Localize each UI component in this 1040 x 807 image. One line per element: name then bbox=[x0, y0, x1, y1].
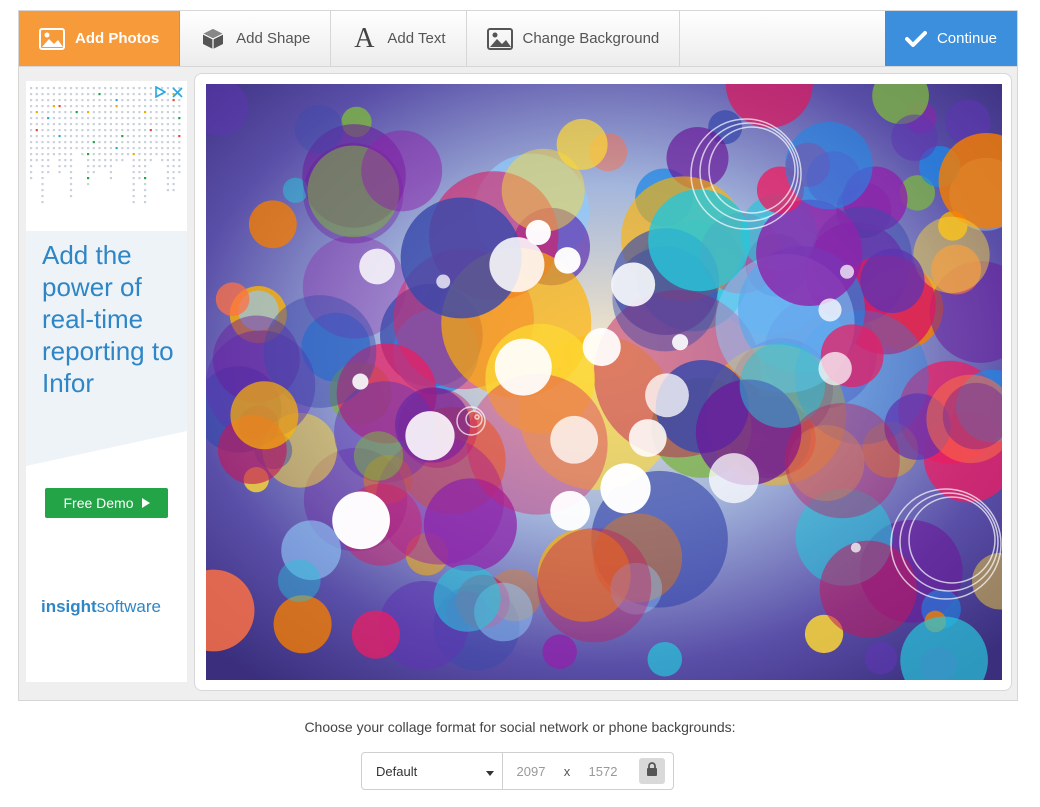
free-demo-button[interactable]: Free Demo bbox=[45, 488, 168, 518]
ad-brand-bold: insight bbox=[41, 597, 97, 616]
ad-brand-logo: insightsoftware bbox=[41, 597, 161, 617]
checkmark-icon bbox=[904, 30, 927, 48]
bokeh-photo[interactable] bbox=[206, 84, 1002, 680]
format-select-value: Default bbox=[376, 763, 418, 779]
image-icon bbox=[39, 26, 65, 52]
close-icon[interactable] bbox=[172, 85, 183, 103]
continue-label: Continue bbox=[936, 30, 998, 47]
add-text-label: Add Text bbox=[387, 30, 446, 47]
change-background-label: Change Background bbox=[522, 30, 660, 47]
add-shape-label: Add Shape bbox=[236, 30, 311, 47]
format-controls: Default 2097 x 1572 bbox=[361, 752, 674, 790]
background-image-icon bbox=[486, 26, 513, 52]
workspace: Add the power of real-time reporting to … bbox=[18, 67, 1018, 701]
add-shape-button[interactable]: Add Shape bbox=[180, 11, 332, 66]
add-photos-button[interactable]: Add Photos bbox=[19, 11, 181, 66]
format-select[interactable]: Default bbox=[362, 753, 503, 789]
text-a-icon: A bbox=[354, 22, 375, 54]
editor-toolbar: Add Photos Add Shape A Add Text Change B… bbox=[18, 10, 1018, 67]
add-text-button[interactable]: A Add Text bbox=[331, 11, 467, 66]
continue-button[interactable]: Continue bbox=[885, 11, 1017, 66]
ad-headline: Add the power of real-time reporting to … bbox=[42, 240, 174, 398]
height-field[interactable]: 1572 bbox=[575, 764, 631, 779]
width-field[interactable]: 2097 bbox=[503, 764, 559, 779]
lock-icon bbox=[646, 761, 658, 781]
cube-icon bbox=[200, 26, 226, 52]
dimension-separator: x bbox=[563, 763, 571, 779]
add-photos-label: Add Photos bbox=[75, 30, 160, 47]
free-demo-label: Free Demo bbox=[63, 495, 134, 511]
ad-brand-rest: software bbox=[96, 597, 161, 616]
caret-down-icon bbox=[486, 764, 494, 779]
advertisement-panel[interactable]: Add the power of real-time reporting to … bbox=[26, 81, 187, 682]
collage-editor: Add Photos Add Shape A Add Text Change B… bbox=[0, 0, 1040, 807]
collage-canvas-frame bbox=[194, 73, 1012, 691]
format-instruction: Choose your collage format for social ne… bbox=[304, 719, 736, 735]
change-background-button[interactable]: Change Background bbox=[467, 11, 681, 66]
adchoices-icon[interactable] bbox=[154, 85, 167, 103]
collage-canvas[interactable] bbox=[206, 84, 1002, 680]
ad-badge[interactable] bbox=[154, 85, 183, 103]
play-arrow-icon bbox=[141, 495, 150, 511]
aspect-lock-button[interactable] bbox=[639, 758, 665, 784]
